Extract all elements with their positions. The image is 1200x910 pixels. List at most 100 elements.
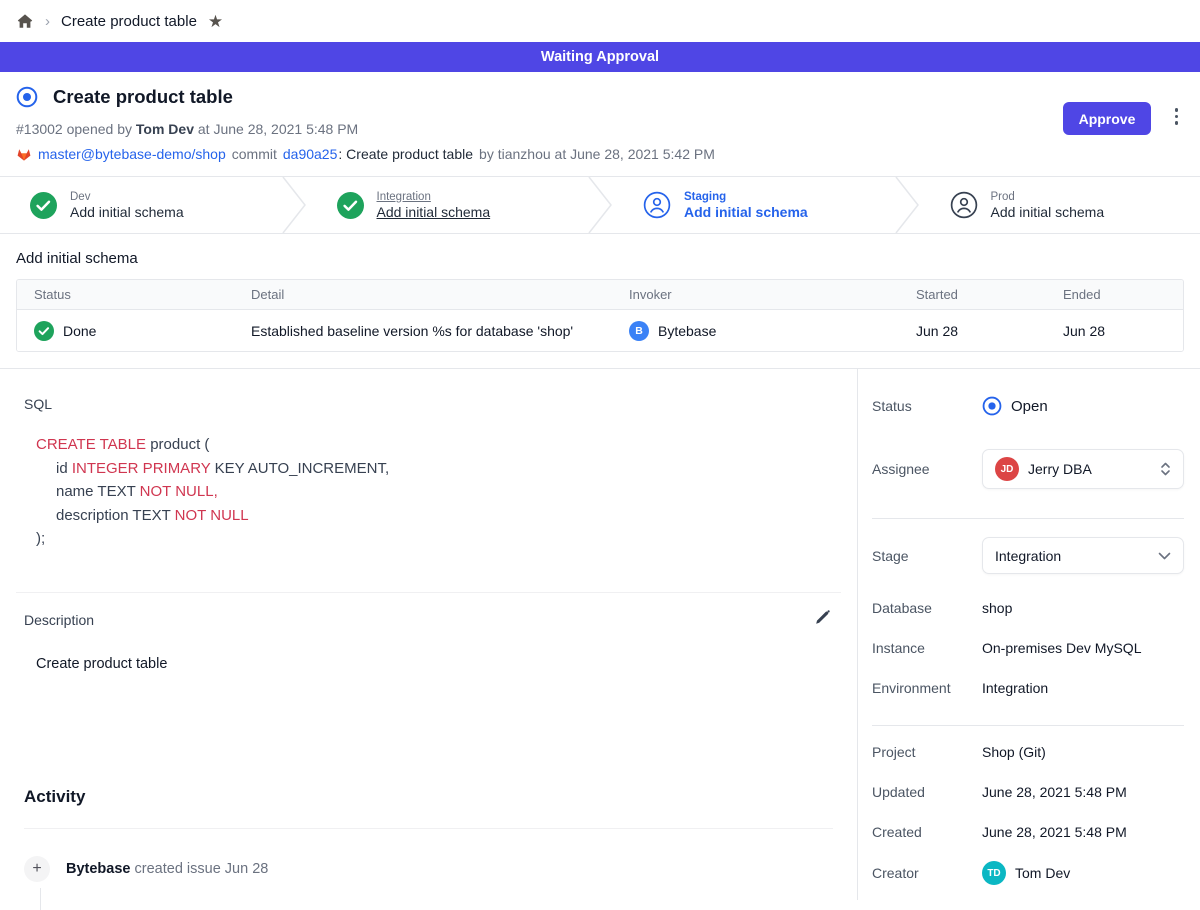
commit-branch-link[interactable]: master@bytebase-demo/shop: [38, 146, 226, 162]
divider: [872, 518, 1184, 519]
environment-label: Environment: [872, 680, 982, 696]
activity-item: + Bytebase created issue Jun 28: [24, 856, 833, 882]
check-circle-icon: [337, 192, 364, 219]
project-value[interactable]: Shop (Git): [982, 744, 1046, 760]
creator-label: Creator: [872, 865, 982, 881]
breadcrumb-page-title[interactable]: Create product table: [61, 13, 197, 30]
task-section: Add initial schema Status Detail Invoker…: [0, 234, 1200, 368]
assignee-value: Jerry DBA: [1028, 461, 1151, 477]
updated-value: June 28, 2021 5:48 PM: [982, 784, 1127, 800]
col-detail: Detail: [234, 287, 612, 302]
edit-pencil-icon[interactable]: [812, 607, 833, 633]
breadcrumb-chevron-icon: ›: [45, 13, 50, 30]
sql-code-block[interactable]: CREATE TABLE product ( id INTEGER PRIMAR…: [36, 433, 833, 551]
stage-separator: [281, 177, 307, 233]
commit-message: : Create product table: [338, 146, 473, 162]
stage-staging[interactable]: StagingAdd initial schema: [613, 177, 894, 233]
description-label: Description: [24, 612, 94, 628]
stage-env-label: Prod: [991, 191, 1105, 203]
activity-author: Bytebase: [66, 861, 130, 877]
stage-task-label: Add initial schema: [70, 204, 184, 220]
database-value[interactable]: shop: [982, 600, 1012, 616]
status-label: Status: [872, 398, 982, 414]
commit-hash-link[interactable]: da90a25: [283, 146, 338, 162]
col-started: Started: [899, 287, 1046, 302]
stage-select[interactable]: Integration: [982, 537, 1184, 574]
issue-sidebar: Status Open Assignee JD Jerry DBA Stage: [858, 369, 1200, 900]
created-value: June 28, 2021 5:48 PM: [982, 824, 1127, 840]
stage-task-label: Add initial schema: [684, 204, 808, 220]
divider: [24, 828, 833, 829]
stage-dev[interactable]: DevAdd initial schema: [0, 177, 281, 233]
col-status: Status: [17, 287, 234, 302]
col-ended: Ended: [1046, 287, 1183, 302]
instance-value[interactable]: On-premises Dev MySQL: [982, 640, 1141, 656]
approval-banner: Waiting Approval: [0, 42, 1200, 72]
project-label: Project: [872, 744, 982, 760]
stage-env-label: Integration: [377, 191, 491, 203]
stage-task-label: Add initial schema: [377, 204, 491, 220]
pipeline-stage-bar: DevAdd initial schema IntegrationAdd ini…: [0, 176, 1200, 234]
assignee-label: Assignee: [872, 461, 982, 477]
col-invoker: Invoker: [612, 287, 899, 302]
plus-icon: +: [24, 856, 50, 882]
issue-meta: #13002 opened by Tom Dev at June 28, 202…: [16, 121, 1184, 137]
stage-prod[interactable]: ProdAdd initial schema: [920, 177, 1200, 233]
task-table-header: Status Detail Invoker Started Ended: [17, 280, 1183, 309]
created-label: Created: [872, 824, 982, 840]
activity-title: Activity: [24, 787, 833, 807]
stage-env-label: Dev: [70, 191, 184, 203]
home-icon[interactable]: [16, 12, 34, 30]
task-invoker: Bytebase: [658, 323, 716, 339]
instance-label: Instance: [872, 640, 982, 656]
updated-label: Updated: [872, 784, 982, 800]
creator-avatar: TD: [982, 861, 1006, 885]
task-status: Done: [63, 323, 96, 339]
status-open-icon: [982, 396, 1002, 416]
stage-separator: [894, 177, 920, 233]
creator-value: Tom Dev: [1015, 865, 1070, 881]
task-section-title: Add initial schema: [16, 250, 1184, 267]
sql-section-label: SQL: [24, 396, 833, 412]
stage-integration[interactable]: IntegrationAdd initial schema: [307, 177, 588, 233]
issue-header: Create product table #13002 opened by To…: [0, 72, 1200, 176]
stage-value: Integration: [995, 548, 1149, 564]
divider: [872, 725, 1184, 726]
gitlab-icon: [16, 146, 32, 162]
task-table: Status Detail Invoker Started Ended Done…: [16, 279, 1184, 352]
check-circle-icon: [34, 321, 54, 341]
commit-info: master@bytebase-demo/shop commit da90a25…: [16, 146, 1184, 162]
approve-button[interactable]: Approve: [1063, 102, 1151, 135]
issue-title: Create product table: [53, 86, 233, 108]
commit-author-date: by tianzhou at June 28, 2021 5:42 PM: [479, 146, 715, 162]
selector-updown-icon: [1160, 461, 1171, 477]
divider: [16, 592, 841, 593]
stage-task-label: Add initial schema: [991, 204, 1105, 220]
issue-author: Tom Dev: [136, 121, 194, 137]
status-value: Open: [1011, 398, 1048, 415]
favorite-star-icon[interactable]: ★: [208, 13, 223, 30]
commit-word: commit: [232, 146, 277, 162]
task-ended: Jun 28: [1063, 323, 1105, 339]
issue-detail-panel: SQL CREATE TABLE product ( id INTEGER PR…: [0, 369, 858, 900]
bytebase-avatar: B: [629, 321, 649, 341]
activity-action: created issue Jun 28: [130, 861, 268, 877]
check-circle-icon: [30, 192, 57, 219]
database-label: Database: [872, 600, 982, 616]
activity-timeline-line: [40, 888, 833, 910]
assignee-select[interactable]: JD Jerry DBA: [982, 449, 1184, 489]
task-started: Jun 28: [916, 323, 958, 339]
stage-env-label: Staging: [684, 191, 808, 203]
more-options-icon[interactable]: [1171, 104, 1183, 129]
approval-banner-text: Waiting Approval: [541, 49, 659, 65]
task-detail: Established baseline version %s for data…: [251, 323, 573, 339]
person-circle-icon: [643, 191, 671, 219]
stage-label: Stage: [872, 548, 982, 564]
table-row[interactable]: Done Established baseline version %s for…: [17, 309, 1183, 351]
chevron-down-icon: [1158, 552, 1171, 560]
description-text[interactable]: Create product table: [36, 656, 833, 672]
issue-open-icon: [16, 86, 38, 108]
stage-separator: [587, 177, 613, 233]
environment-value: Integration: [982, 680, 1048, 696]
assignee-avatar: JD: [995, 457, 1019, 481]
